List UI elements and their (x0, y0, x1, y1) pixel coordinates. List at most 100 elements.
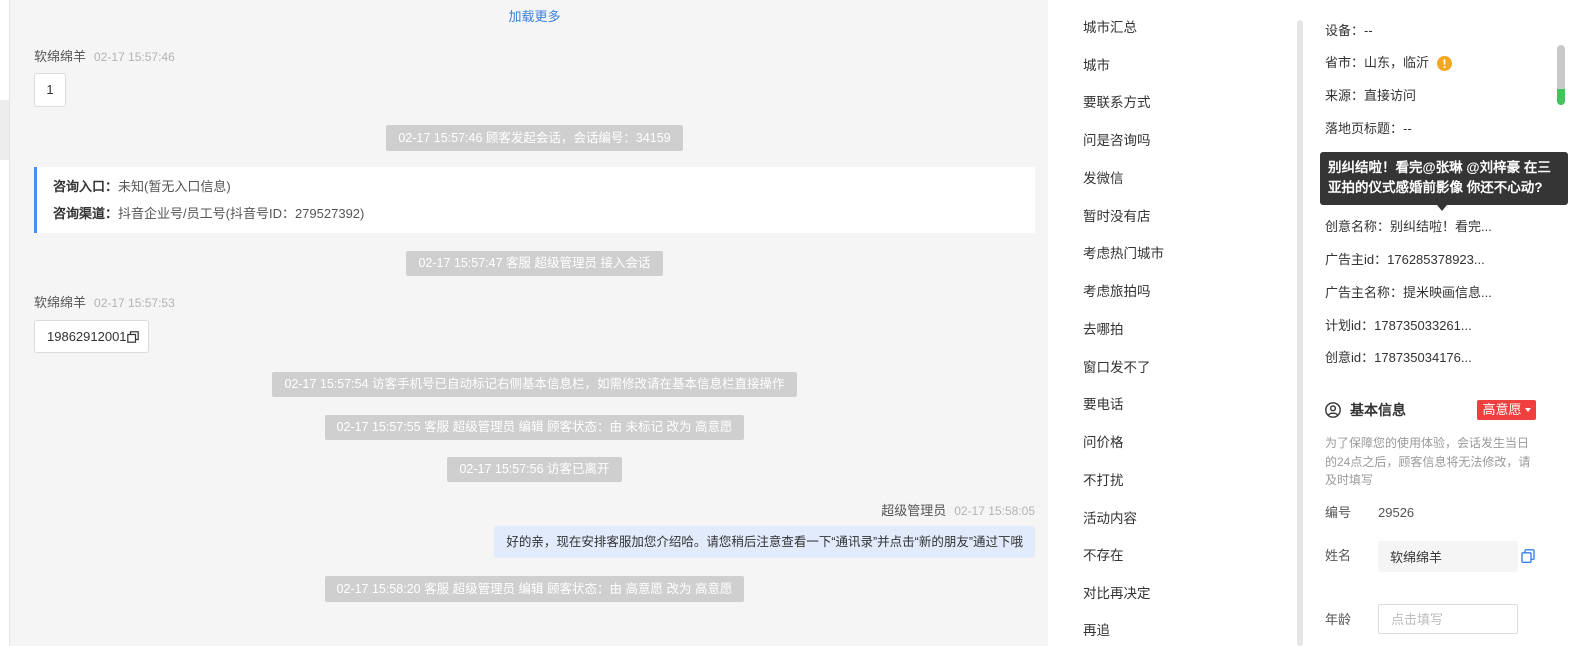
quick-reply-scrollbar[interactable] (1297, 20, 1303, 646)
basic-info-hint: 为了保障您的使用体验，会话发生当日的24点之后，顾客信息将无法修改，请及时填写 (1325, 436, 1531, 487)
agent-message-meta: 超级管理员 02-17 15:58:05 (34, 502, 1035, 520)
info-value: -- (1364, 23, 1373, 38)
agent-message-row: 好的亲，现在安排客服加您介绍哈。请您稍后注意查看一下“通讯录”并点击“新的朋友”… (34, 526, 1035, 558)
basic-info-title: 基本信息 (1350, 402, 1406, 418)
message-time: 02-17 15:57:53 (94, 296, 175, 310)
message-meta: 软绵绵羊 02-17 15:57:46 (34, 48, 1035, 66)
age-field[interactable] (1378, 604, 1518, 634)
info-row-source: 来源： 直接访问 (1325, 87, 1416, 105)
tooltip-arrow (1437, 205, 1447, 211)
info-value: 山东，临沂 (1364, 55, 1430, 70)
info-value: 提米映画信息... (1403, 285, 1492, 300)
warning-info-icon[interactable] (1437, 55, 1453, 71)
quick-reply-item[interactable]: 要联系方式 (1083, 83, 1283, 121)
quick-reply-item[interactable]: 不存在 (1083, 536, 1283, 574)
agent-message-bubble: 好的亲，现在安排客服加您介绍哈。请您稍后注意查看一下“通讯录”并点击“新的朋友”… (494, 526, 1035, 558)
info-label: 来源： (1325, 88, 1365, 103)
system-notice-row: 02-17 15:58:20 客服 超级管理员 编辑 顾客状态：由 高意愿 改为… (34, 576, 1035, 602)
quick-reply-item[interactable]: 发微信 (1083, 158, 1283, 196)
info-row-plan-id: 计划id： 178735033261... (1325, 317, 1472, 335)
caret-down-icon (1524, 408, 1531, 412)
quick-reply-item[interactable]: 窗口发不了 (1083, 347, 1283, 385)
field-label-name: 姓名 (1325, 548, 1352, 563)
system-notice: 02-17 15:57:54 访客手机号已自动标记右侧基本信息栏，如需修改请在基… (272, 372, 797, 397)
consult-channel-label: 咨询渠道： (53, 206, 119, 221)
field-label-age: 年龄 (1325, 612, 1352, 627)
system-notice: 02-17 15:57:46 顾客发起会话，会话编号：34159 (386, 125, 683, 151)
message-meta: 软绵绵羊 02-17 15:57:53 (34, 294, 1035, 312)
customer-info-panel: 设备： -- 省市： 山东，临沂 来源： 直接访问 落地页标题： -- 别纠结啦！看完@… (1306, 0, 1579, 646)
info-panel-scrollbar[interactable] (1557, 45, 1565, 105)
info-label: 广告主名称： (1325, 285, 1404, 300)
info-value: 176285378923... (1387, 252, 1485, 267)
visitor-message-bubble: 19862912001 (34, 320, 149, 353)
info-label: 广告主id： (1325, 252, 1388, 267)
quick-reply-item[interactable]: 不打扰 (1083, 460, 1283, 498)
customer-service-workspace: 加载更多 软绵绵羊 02-17 15:57:46 1 02-17 15:57:46… (0, 0, 1579, 646)
info-row-device: 设备： -- (1325, 22, 1373, 40)
system-notice: 02-17 15:57:55 客服 超级管理员 编辑 顾客状态：由 未标记 改为… (324, 415, 745, 440)
load-more-link[interactable]: 加载更多 (508, 9, 560, 24)
background-fragment (0, 100, 9, 160)
info-row-landing-title: 落地页标题： -- (1325, 120, 1412, 138)
system-notice-row: 02-17 15:57:46 顾客发起会话，会话编号：34159 (34, 125, 1035, 151)
info-row-creative-name[interactable]: 创意名称： 别纠结啦！看完... (1325, 218, 1492, 236)
message-time: 02-17 15:58:05 (954, 504, 1035, 518)
quick-reply-item[interactable]: 考虑旅拍吗 (1083, 271, 1283, 309)
load-more-row: 加载更多 (34, 8, 1035, 26)
quick-reply-panel: 城市汇总 城市 要联系方式 问是咨询吗 发微信 暂时没有店 考虑热门城市 考虑旅… (1048, 0, 1297, 646)
quick-reply-list: 城市汇总 城市 要联系方式 问是咨询吗 发微信 暂时没有店 考虑热门城市 考虑旅… (1083, 7, 1283, 646)
creative-name-tooltip: 别纠结啦！看完@张琳 @刘梓豪 在三亚拍的仪式感婚前影像 你还不心动? (1320, 152, 1568, 205)
message-sender: 超级管理员 (881, 503, 947, 518)
quick-reply-item[interactable]: 再追 (1083, 611, 1283, 646)
system-notice-row: 02-17 15:57:47 客服 超级管理员 接入会话 (34, 251, 1035, 276)
quick-reply-item[interactable]: 城市 (1083, 45, 1283, 83)
copy-icon[interactable] (126, 330, 139, 343)
quick-reply-item[interactable]: 问价格 (1083, 422, 1283, 460)
quick-reply-item[interactable]: 暂时没有店 (1083, 196, 1283, 234)
chat-history-panel[interactable]: 加载更多 软绵绵羊 02-17 15:57:46 1 02-17 15:57:46… (10, 0, 1048, 646)
system-notice: 02-17 15:58:20 客服 超级管理员 编辑 顾客状态：由 高意愿 改为… (324, 576, 745, 602)
name-field[interactable] (1378, 541, 1518, 572)
info-row-advertiser-name: 广告主名称： 提米映画信息... (1325, 284, 1492, 302)
message-sender: 软绵绵羊 (34, 49, 87, 64)
info-label: 设备： (1325, 23, 1365, 38)
consult-entry-value: 未知(暂无入口信息) (118, 179, 231, 194)
scroll-position-indicator (1557, 89, 1565, 105)
system-notice: 02-17 15:57:47 客服 超级管理员 接入会话 (406, 251, 663, 276)
info-row-creative-id: 创意id： 178735034176... (1325, 349, 1472, 367)
customer-status-label: 高意愿 (1482, 402, 1522, 417)
info-value: 178735034176... (1374, 350, 1472, 365)
user-circle-icon (1325, 402, 1341, 418)
field-label-number: 编号 (1325, 505, 1352, 520)
message-sender: 软绵绵羊 (34, 295, 87, 310)
consult-entry-card: 咨询入口：未知(暂无入口信息) 咨询渠道：抖音企业号/员工号(抖音号ID：279… (34, 167, 1035, 233)
quick-reply-item[interactable]: 去哪拍 (1083, 309, 1283, 347)
copy-icon[interactable] (1521, 549, 1535, 563)
info-label: 创意名称： (1325, 219, 1391, 234)
info-label: 省市： (1325, 55, 1365, 70)
consult-entry-label: 咨询入口： (53, 179, 119, 194)
left-edge-strip (0, 0, 10, 646)
quick-reply-item[interactable]: 对比再决定 (1083, 573, 1283, 611)
system-notice-row: 02-17 15:57:55 客服 超级管理员 编辑 顾客状态：由 未标记 改为… (34, 415, 1035, 440)
customer-status-dropdown[interactable]: 高意愿 (1477, 400, 1536, 420)
quick-reply-item[interactable]: 城市汇总 (1083, 7, 1283, 45)
phone-number-text: 19862912001 (47, 329, 127, 344)
info-value: 别纠结啦！看完... (1390, 219, 1492, 234)
visitor-message-bubble: 1 (34, 73, 66, 107)
consult-channel-line: 咨询渠道：抖音企业号/员工号(抖音号ID：279527392) (53, 200, 1035, 227)
info-row-advertiser-id: 广告主id： 176285378923... (1325, 251, 1485, 269)
info-label: 计划id： (1325, 318, 1375, 333)
info-label: 落地页标题： (1325, 121, 1404, 136)
quick-reply-item[interactable]: 要电话 (1083, 385, 1283, 423)
info-row-province: 省市： 山东，临沂 (1325, 54, 1453, 72)
system-notice-row: 02-17 15:57:56 访客已离开 (34, 457, 1035, 482)
quick-reply-item[interactable]: 问是咨询吗 (1083, 120, 1283, 158)
system-notice: 02-17 15:57:56 访客已离开 (447, 457, 622, 482)
consult-entry-line: 咨询入口：未知(暂无入口信息) (53, 173, 1035, 200)
message-time: 02-17 15:57:46 (94, 50, 175, 64)
quick-reply-item[interactable]: 活动内容 (1083, 498, 1283, 536)
quick-reply-item[interactable]: 考虑热门城市 (1083, 234, 1283, 272)
message-text: 1 (46, 82, 54, 97)
